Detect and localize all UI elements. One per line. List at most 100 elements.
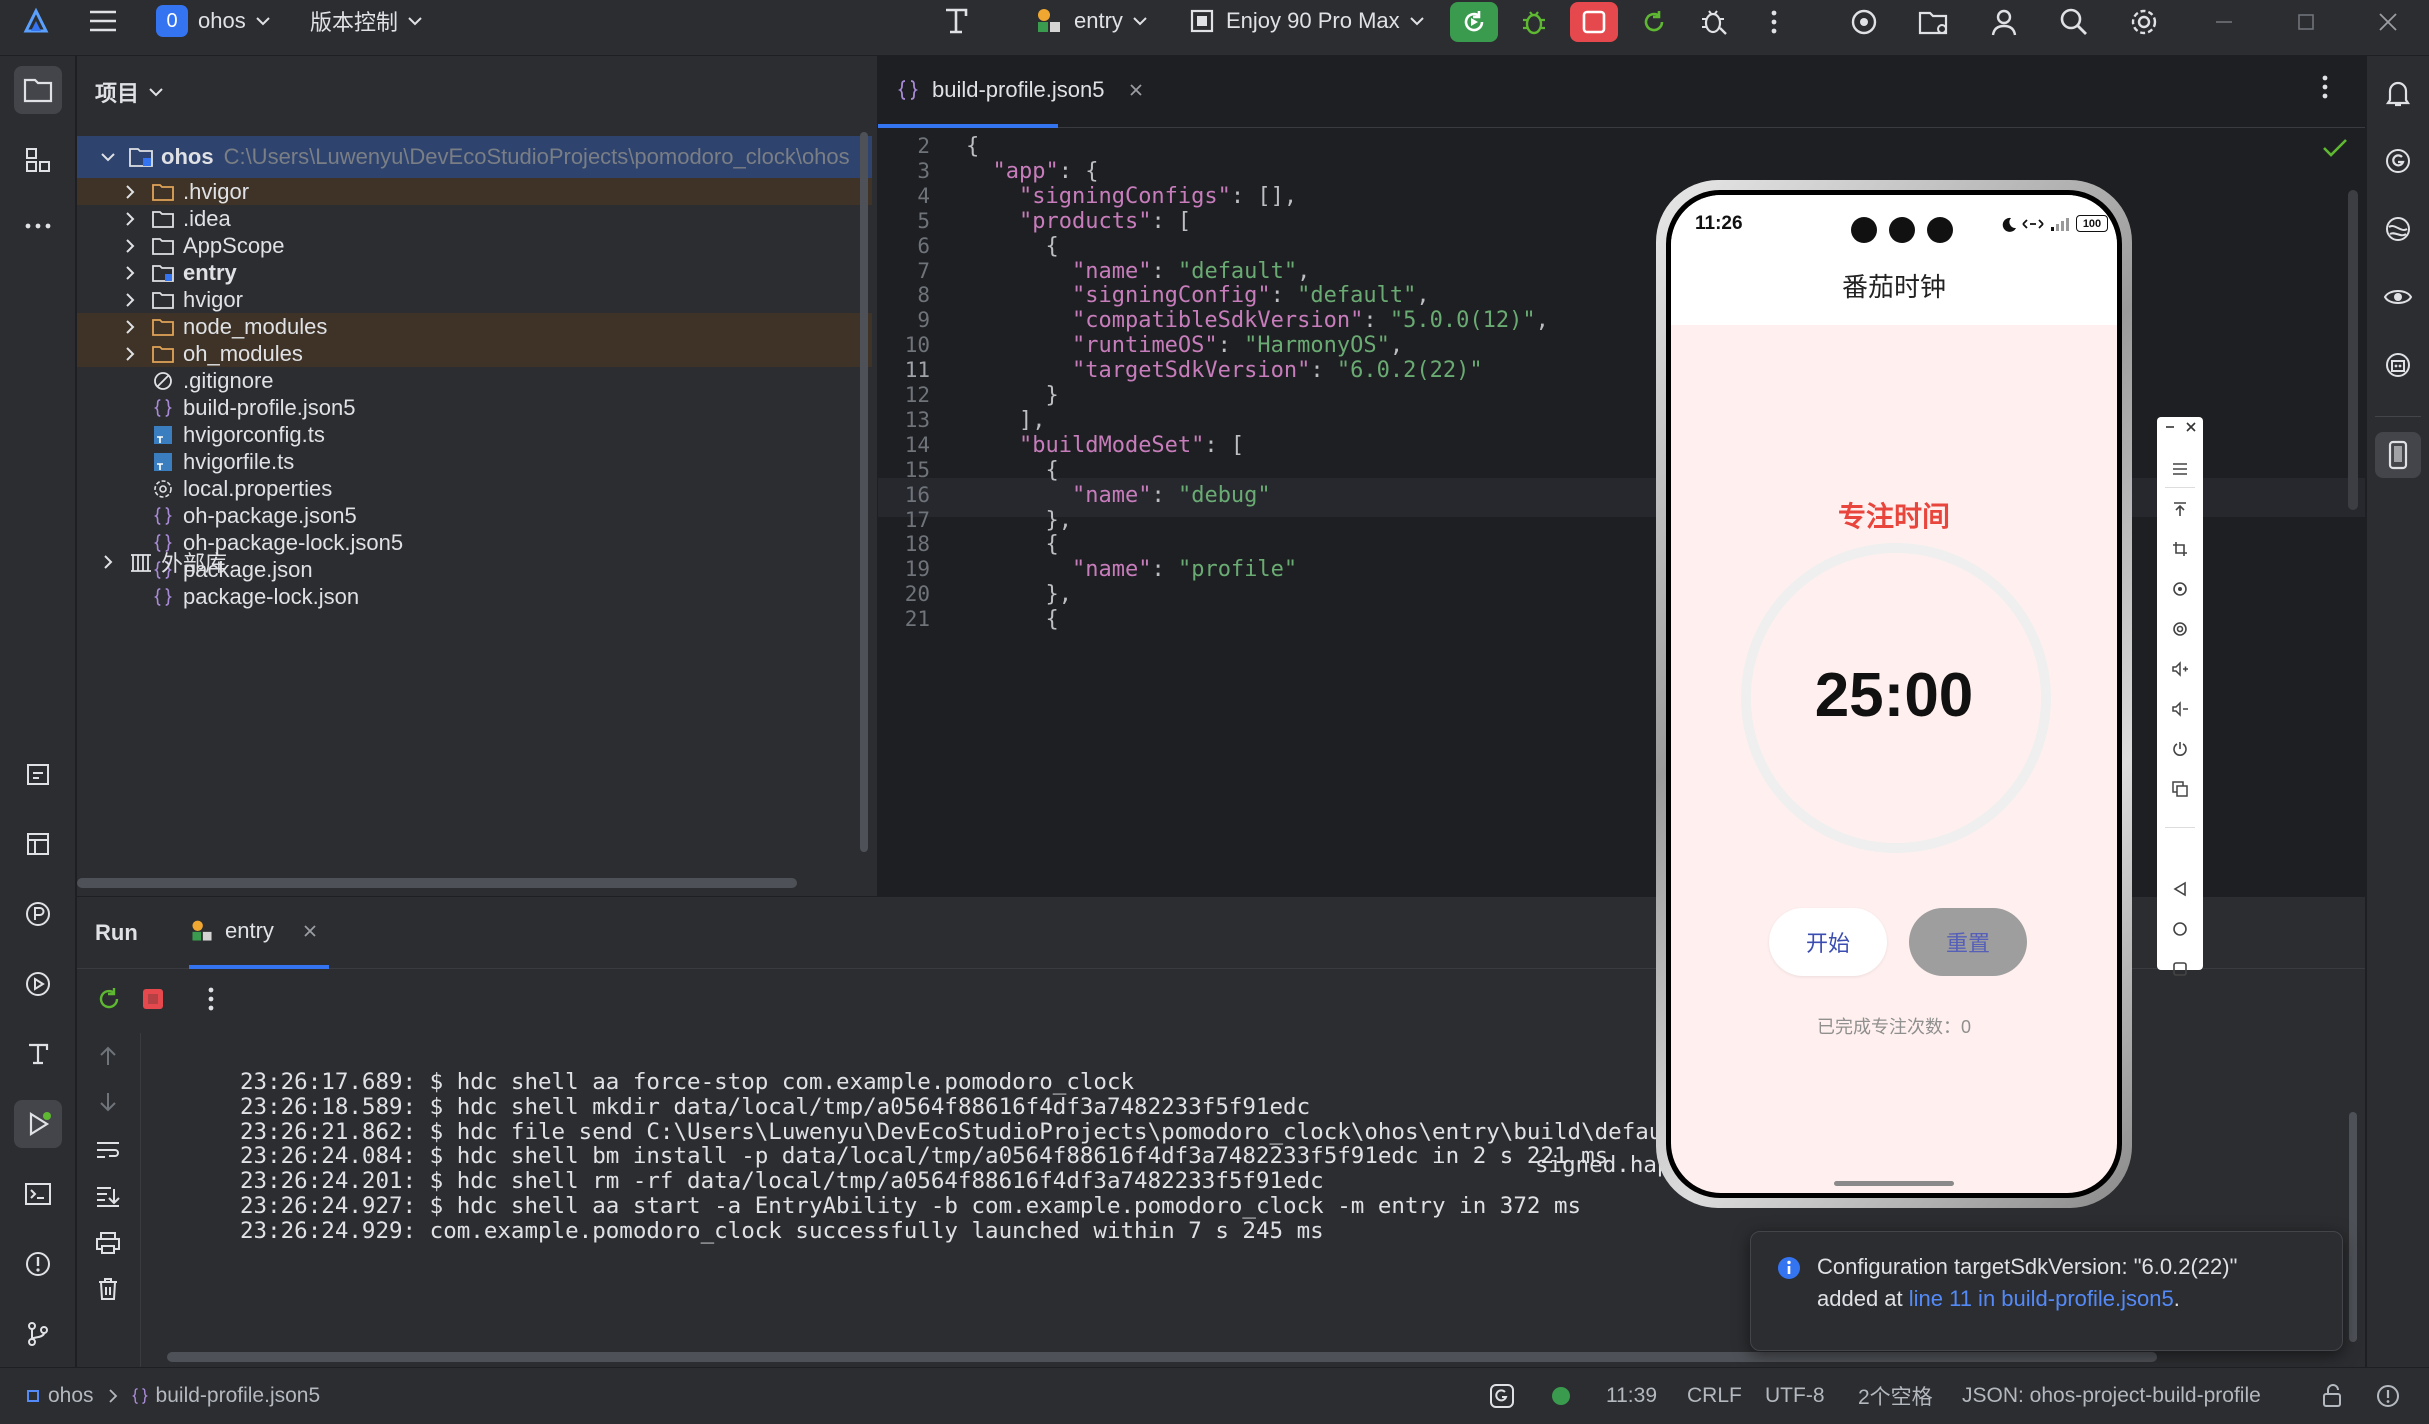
debug-button[interactable] [1510,2,1558,42]
caret-position[interactable]: 11:39 [1606,1368,1657,1424]
notification-balloon[interactable]: Configuration targetSdkVersion: "6.0.2(2… [1750,1231,2343,1351]
layout-tool-button[interactable] [14,820,62,868]
run-config-selector[interactable]: entry [1034,0,1147,42]
tree-item[interactable]: local.properties [77,475,872,502]
horizontal-scrollbar[interactable] [77,878,797,888]
status-indicator[interactable] [1552,1368,1570,1424]
no-problems-indicator[interactable] [2322,138,2348,158]
attach-debugger-button[interactable] [1690,2,1738,42]
run-horizontal-scrollbar[interactable] [167,1352,2157,1362]
emu-back-button[interactable] [2157,875,2203,903]
editor-scrollbar[interactable] [2348,190,2358,510]
chevron-right-icon[interactable] [119,343,141,365]
chevron-right-icon[interactable] [119,262,141,284]
device-manager-button[interactable] [2375,342,2421,388]
account-button[interactable] [1980,2,2028,42]
tree-item[interactable]: package-lock.json [77,583,872,610]
breadcrumb-project[interactable]: ohos [48,1384,94,1408]
more-actions-button[interactable] [1750,2,1798,42]
file-encoding[interactable]: UTF-8 [1765,1368,1825,1424]
emulator-button[interactable] [2375,432,2421,478]
main-menu-icon[interactable] [88,0,118,42]
home-indicator[interactable] [1834,1181,1954,1186]
rerun-button[interactable] [1450,2,1498,42]
services-tool-button[interactable] [14,960,62,1008]
chevron-right-icon[interactable] [119,181,141,203]
tree-item[interactable]: build-profile.json5 [77,394,872,421]
git-tool-button[interactable] [14,1310,62,1358]
problems-status[interactable] [2376,1368,2400,1424]
emu-rotate-button[interactable] [2157,575,2203,603]
tree-item[interactable]: entry [77,259,872,286]
todo-tool-button[interactable] [14,750,62,798]
apply-changes-button[interactable] [1630,2,1678,42]
build-tool-icon[interactable] [940,0,974,42]
run-vertical-scrollbar[interactable] [2349,1112,2357,1342]
vertical-scrollbar[interactable] [860,132,868,852]
search-button[interactable] [2050,2,2098,42]
emu-pin-top-button[interactable] [2157,495,2203,523]
build-tool-button[interactable] [14,1030,62,1078]
tree-item[interactable]: hvigorconfig.ts [77,421,872,448]
device-selector[interactable]: Enjoy 90 Pro Max [1188,0,1424,42]
previewer-button[interactable] [2375,274,2421,320]
breadcrumb-file[interactable]: build-profile.json5 [156,1384,321,1408]
ai-assistant-button[interactable] [1840,2,1888,42]
tree-item[interactable]: .hvigor [77,178,872,205]
editor-options-button[interactable] [2321,74,2329,100]
emu-multi-screen-button[interactable] [2157,775,2203,803]
chevron-down-icon[interactable] [97,146,119,168]
more-tools-button[interactable] [14,202,62,250]
codegenie-status-icon[interactable] [1488,1368,1516,1424]
emu-power-button[interactable] [2157,735,2203,763]
project-tool-button[interactable] [14,66,62,114]
emu-minimize-button[interactable] [2165,425,2175,429]
json-schema[interactable]: JSON: ohos-project-build-profile [1962,1368,2261,1424]
tree-item[interactable]: .gitignore [77,367,872,394]
stop-button[interactable] [1570,2,1618,42]
profiler-tool-button[interactable] [14,890,62,938]
read-only-toggle[interactable] [2322,1368,2344,1424]
maximize-button[interactable] [2282,2,2330,42]
emu-recents-button[interactable] [2157,955,2203,983]
terminal-tool-button[interactable] [14,1170,62,1218]
tree-item[interactable]: hvigor [77,286,872,313]
emu-volume-down-button[interactable] [2157,695,2203,723]
line-separator[interactable]: CRLF [1687,1368,1742,1424]
tree-item[interactable]: oh-package.json5 [77,502,872,529]
emu-location-button[interactable] [2157,615,2203,643]
codegenie-button[interactable] [2375,138,2421,184]
tree-external-libs[interactable]: 外部库 [77,541,872,583]
run-tool-button[interactable] [14,1100,62,1148]
chevron-right-icon[interactable] [119,289,141,311]
project-panel-header[interactable]: 项目 [95,56,163,128]
tree-item[interactable]: oh_modules [77,340,872,367]
emu-screenshot-button[interactable] [2157,535,2203,563]
minimize-button[interactable] [2200,2,2248,42]
close-window-button[interactable] [2364,2,2412,42]
emulator-screen[interactable]: 11:26 100 番茄时钟 专注时间 25:00 开始 重置 已完成专注次数：… [1671,195,2117,1193]
notification-link[interactable]: line 11 in build-profile.json5 [1909,1286,2174,1311]
emu-home-button[interactable] [2157,915,2203,943]
chevron-right-icon[interactable] [119,235,141,257]
code-view[interactable]: 2{3 "app": {4 "signingConfigs": [], 5 "pr… [878,128,2365,896]
chevron-right-icon[interactable] [119,208,141,230]
project-structure-button[interactable] [1910,2,1958,42]
chevron-right-icon[interactable] [119,316,141,338]
structure-tool-button[interactable] [14,136,62,184]
settings-button[interactable] [2120,2,2168,42]
problems-tool-button[interactable] [14,1240,62,1288]
project-switcher[interactable]: 0 ohos [156,0,270,42]
harmony-button[interactable] [2375,206,2421,252]
chevron-right-icon[interactable] [97,551,119,573]
emu-volume-up-button[interactable] [2157,655,2203,683]
tree-item[interactable]: .idea [77,205,872,232]
indent-setting[interactable]: 2个空格 [1858,1368,1933,1424]
tree-root-ohos[interactable]: ohos C:\Users\Luwenyu\DevEcoStudioProjec… [77,136,872,178]
tree-item[interactable]: node_modules [77,313,872,340]
emu-close-button[interactable] [2185,421,2197,433]
vcs-menu[interactable]: 版本控制 [310,0,422,42]
close-tab-icon[interactable] [1128,82,1144,98]
notifications-button[interactable] [2375,70,2421,116]
tree-item[interactable]: AppScope [77,232,872,259]
